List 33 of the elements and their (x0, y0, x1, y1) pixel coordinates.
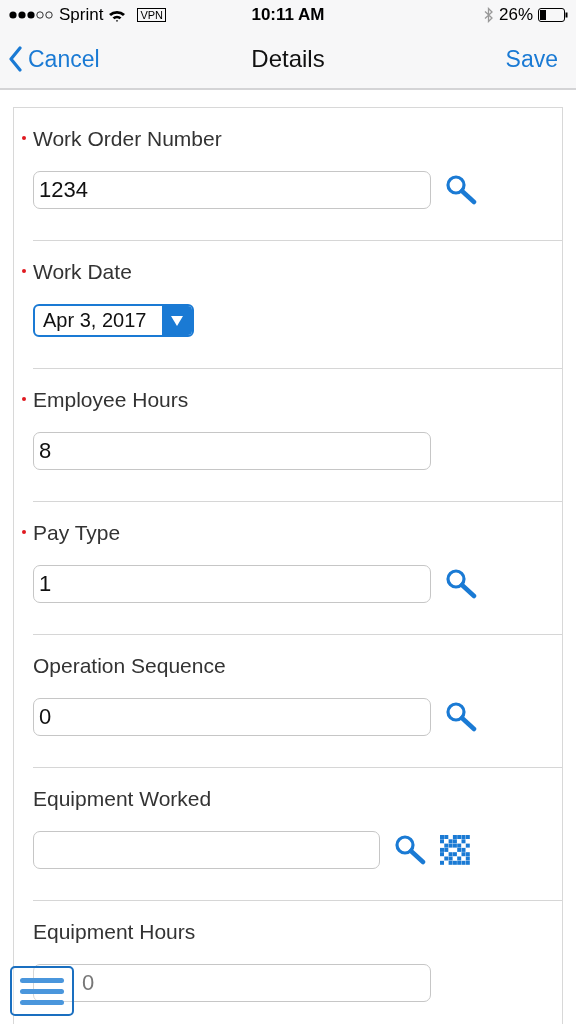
menu-button[interactable] (10, 966, 74, 1016)
search-icon[interactable] (394, 834, 426, 866)
save-button[interactable]: Save (505, 45, 558, 73)
dropdown-arrow-icon (170, 314, 185, 327)
input-field[interactable]: 1 (33, 565, 431, 603)
page-title: Details (251, 45, 325, 73)
field-label: Pay Type (33, 521, 121, 545)
field-label: Operation Sequence (33, 654, 226, 678)
cancel-button[interactable]: Cancel (8, 45, 100, 73)
chevron-left-icon (8, 46, 22, 72)
qr-code-icon[interactable] (440, 835, 470, 865)
field-label: Employee Hours (33, 388, 189, 412)
carrier-name: Sprint (59, 5, 104, 25)
input-field[interactable]: 1234 (33, 171, 431, 209)
field-label: Equipment Hours (33, 920, 196, 944)
vpn-badge: VPN (137, 8, 167, 22)
field-label: Work Date (33, 260, 132, 284)
signal-icon (9, 10, 54, 20)
battery-icon (538, 8, 568, 22)
search-icon[interactable] (445, 568, 477, 600)
field-label: Work Order Number (33, 127, 222, 151)
clock-time: 10:11 AM (251, 5, 325, 24)
bluetooth-icon (483, 7, 494, 23)
input-field[interactable]: 0 (33, 964, 431, 1002)
search-icon[interactable] (445, 701, 477, 733)
input-field[interactable]: 8 (33, 432, 431, 470)
wifi-icon (108, 8, 127, 22)
battery-percent: 26% (498, 5, 533, 25)
search-icon[interactable] (445, 174, 477, 206)
date-picker[interactable]: Apr 3, 2017 (33, 304, 195, 337)
field-label: Equipment Worked (33, 787, 212, 811)
input-field[interactable] (33, 831, 380, 869)
input-field[interactable]: 0 (33, 698, 431, 736)
